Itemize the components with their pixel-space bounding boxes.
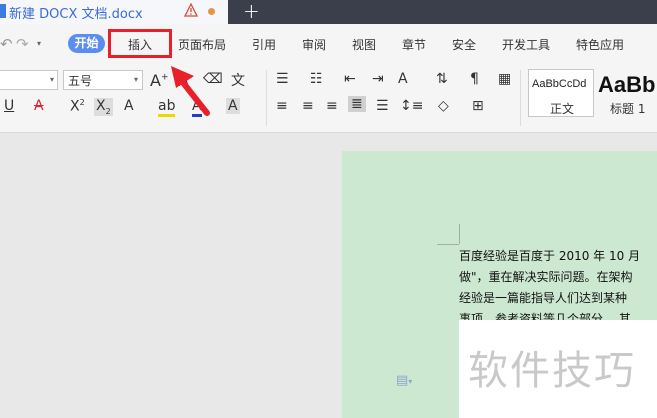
annotation-arrow [171, 66, 210, 116]
